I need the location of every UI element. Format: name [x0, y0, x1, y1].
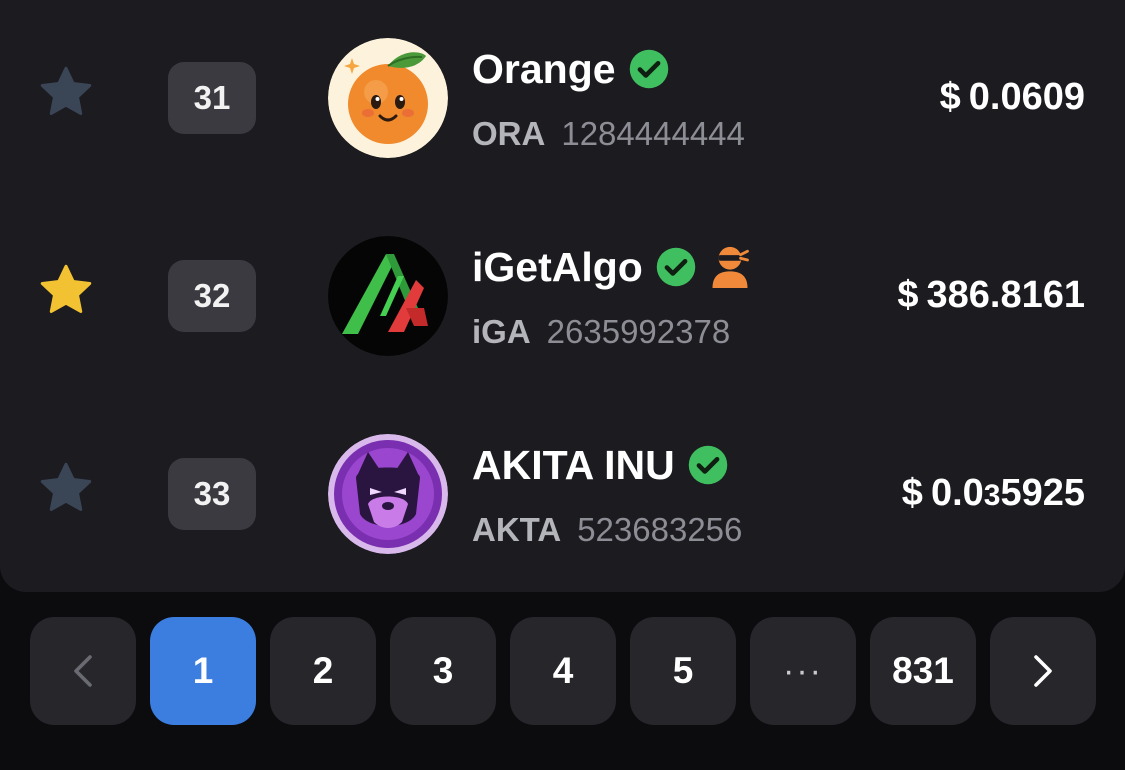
- algo-logo-icon: [328, 236, 448, 356]
- verified-check-icon: [656, 247, 696, 287]
- rank-badge: 33: [168, 458, 256, 530]
- token-name: iGetAlgo: [472, 243, 643, 290]
- token-name: AKITA INU: [472, 441, 675, 488]
- page-button-2[interactable]: 2: [270, 617, 376, 725]
- star-icon[interactable]: [36, 260, 96, 320]
- token-symbol: AKTA: [472, 511, 562, 548]
- token-sub-line: ORA 1284444444: [472, 114, 745, 154]
- verified-check-icon: [629, 49, 668, 89]
- token-name-line: Orange: [472, 44, 670, 94]
- token-price: $ 386.8161: [897, 274, 1085, 324]
- page-button-3[interactable]: 3: [390, 617, 496, 725]
- chevron-left-icon: [74, 655, 92, 687]
- asset-id: 1284444444: [561, 115, 745, 152]
- page-button-4[interactable]: 4: [510, 617, 616, 725]
- token-list-card: 31 Orange ORA 1284444444 $ 0.0609 32 iGe…: [0, 0, 1125, 592]
- token-price: $ 0.0609: [940, 76, 1085, 126]
- ninja-user-icon: [712, 246, 749, 288]
- asset-id: 2635992378: [546, 313, 731, 350]
- page-button-5[interactable]: 5: [630, 617, 736, 725]
- token-symbol: ORA: [472, 115, 546, 152]
- price-significant-digits: 5925: [1000, 472, 1085, 514]
- token-sub-line: AKTA 523683256: [472, 510, 742, 550]
- price-value: 0.0609: [968, 76, 1085, 118]
- page-ellipsis[interactable]: ···: [750, 617, 856, 725]
- orange-mascot-icon: [328, 38, 448, 158]
- price-value: 386.8161: [926, 274, 1086, 316]
- token-row-akita-inu[interactable]: 33 AKITA INU AKTA 523683256 $ 0.0 3 5925: [0, 396, 1125, 594]
- token-name: Orange: [472, 45, 616, 92]
- star-icon[interactable]: [36, 62, 96, 122]
- chevron-right-icon: [1034, 655, 1052, 687]
- token-row-igetalgo[interactable]: 32 iGetAlgo iGA 2635992378 $ 386.8161: [0, 198, 1125, 396]
- price-currency: $: [897, 274, 919, 316]
- page-button-1[interactable]: 1: [150, 617, 256, 725]
- token-symbol: iGA: [472, 313, 531, 350]
- prev-page-button[interactable]: [30, 617, 136, 725]
- verified-check-icon: [688, 445, 727, 485]
- page-button-last[interactable]: 831: [870, 617, 976, 725]
- token-name-line: AKITA INU: [472, 440, 729, 490]
- akita-dog-icon: [328, 434, 448, 554]
- next-page-button[interactable]: [990, 617, 1096, 725]
- token-sub-line: iGA 2635992378: [472, 312, 730, 352]
- asset-id: 523683256: [577, 511, 743, 548]
- token-name-line: iGetAlgo: [472, 242, 751, 292]
- price-currency: $: [939, 76, 961, 118]
- token-price: $ 0.0 3 5925: [901, 472, 1085, 514]
- rank-badge: 32: [168, 260, 256, 332]
- price-currency: $: [901, 472, 923, 514]
- token-row-orange[interactable]: 31 Orange ORA 1284444444 $ 0.0609: [0, 0, 1125, 198]
- rank-badge: 31: [168, 62, 256, 134]
- price-value: 0.0: [930, 472, 984, 514]
- star-icon[interactable]: [36, 458, 96, 518]
